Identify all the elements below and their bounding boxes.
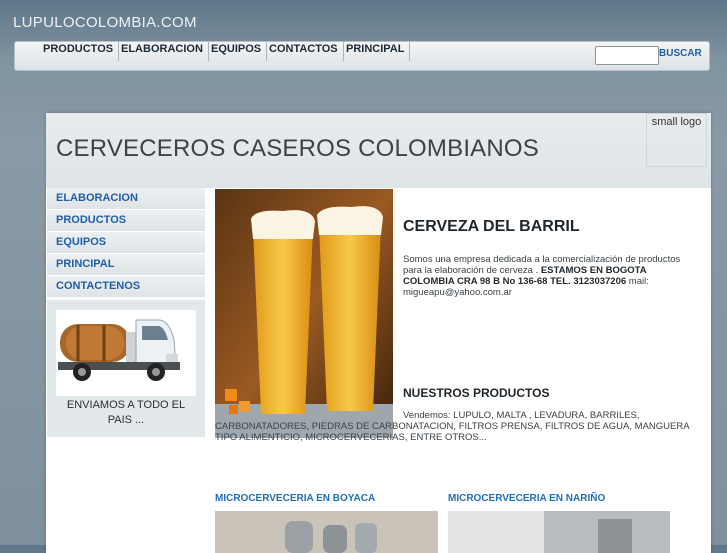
site-title[interactable]: LUPULOCOLOMBIA.COM xyxy=(13,14,197,31)
sidebar-item-equipos[interactable]: EQUIPOS xyxy=(47,232,205,254)
intro-text: Somos una empresa dedicada a la comercia… xyxy=(403,254,693,298)
beer-image xyxy=(215,189,393,438)
brewery-tanks-icon xyxy=(215,511,438,553)
beer-glasses-icon xyxy=(215,189,393,438)
page-title: CERVECEROS CASEROS COLOMBIANOS xyxy=(56,135,539,162)
boyaca-thumbnail[interactable] xyxy=(215,511,438,553)
narino-thumbnail[interactable] xyxy=(448,511,670,553)
nav-item-principal[interactable]: PRINCIPAL xyxy=(341,42,411,61)
nav-item-elaboracion[interactable]: ELABORACION xyxy=(116,42,209,61)
link-boyaca[interactable]: MICROCERVECERIA EN BOYACA xyxy=(215,493,375,504)
header-band: CERVECEROS CASEROS COLOMBIANOS small log… xyxy=(46,113,711,188)
sidebar-menu: ELABORACION PRODUCTOS EQUIPOS PRINCIPAL … xyxy=(47,188,205,298)
products-list: Vendemos: LUPULO, MALTA , LEVADURA, BARR… xyxy=(215,410,690,443)
nav-item-productos[interactable]: PRODUCTOS xyxy=(38,42,120,61)
products-text: Vendemos: LUPULO, MALTA , LEVADURA, BARR… xyxy=(215,410,701,443)
sidebar-item-principal[interactable]: PRINCIPAL xyxy=(47,254,205,276)
nav-item-equipos[interactable]: EQUIPOS xyxy=(206,42,268,61)
shipping-promo: ENVIAMOS A TODO EL PAIS ... xyxy=(47,300,205,437)
truck-icon xyxy=(58,319,180,381)
promo-text: ENVIAMOS A TODO EL PAIS ... xyxy=(66,399,186,426)
logo-placeholder[interactable]: small logo xyxy=(646,113,707,167)
link-narino[interactable]: MICROCERVECERIA EN NARIÑO xyxy=(448,493,605,504)
sidebar-item-contactenos[interactable]: CONTACTENOS xyxy=(47,276,205,298)
sidebar-item-productos[interactable]: PRODUCTOS xyxy=(47,210,205,232)
nav-item-contactos[interactable]: CONTACTOS xyxy=(264,42,344,61)
products-title: NUESTROS PRODUCTOS xyxy=(403,386,550,400)
search-input[interactable] xyxy=(595,46,659,65)
search-button[interactable]: BUSCAR xyxy=(659,48,702,59)
page-content: CERVECEROS CASEROS COLOMBIANOS small log… xyxy=(46,113,711,553)
sidebar-item-elaboracion[interactable]: ELABORACION xyxy=(47,188,205,210)
logo-text: small logo xyxy=(651,116,702,128)
truck-image xyxy=(56,310,196,396)
brewery-room-icon xyxy=(448,511,670,553)
top-navbar: PRODUCTOS ELABORACION EQUIPOS CONTACTOS … xyxy=(14,41,710,71)
section-title: CERVEZA DEL BARRIL xyxy=(403,218,580,235)
